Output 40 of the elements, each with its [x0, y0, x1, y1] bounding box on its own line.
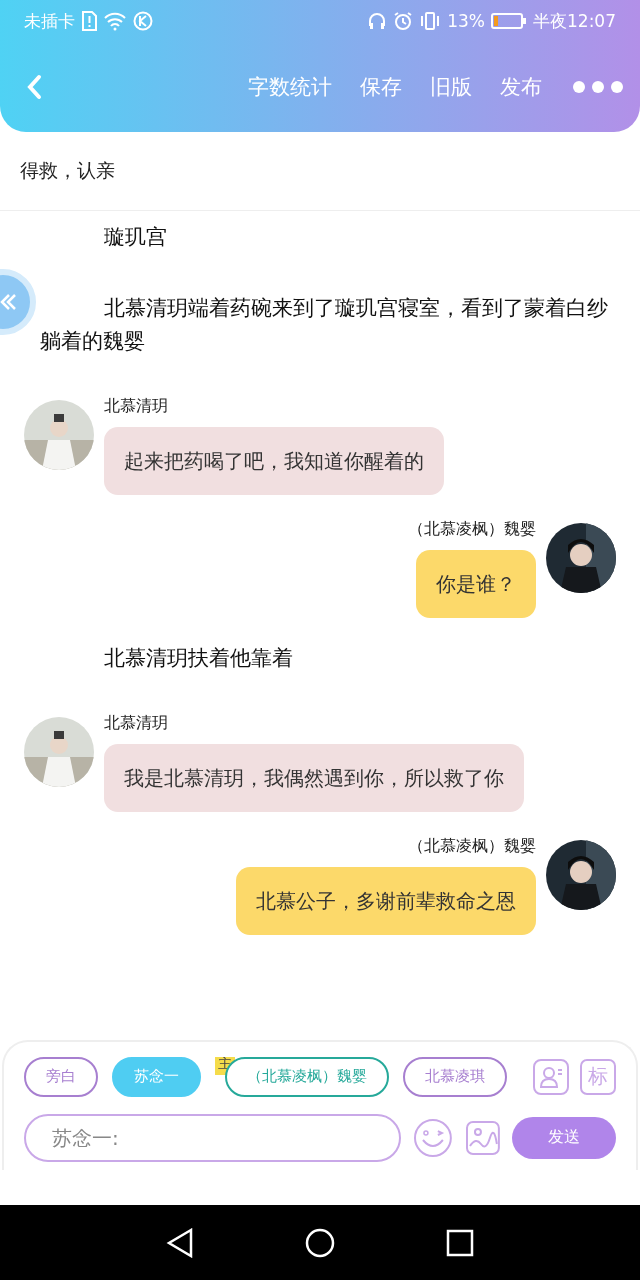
role-chip[interactable]: 旁白: [24, 1056, 98, 1097]
send-button[interactable]: 发送: [512, 1116, 616, 1159]
tag-button[interactable]: 标: [580, 1058, 616, 1095]
emoji-icon[interactable]: [412, 1117, 453, 1158]
battery-icon: [491, 12, 527, 30]
more-icon[interactable]: [572, 80, 624, 94]
back-icon[interactable]: [26, 74, 42, 100]
toolbar-action[interactable]: 发布: [488, 73, 554, 101]
home-icon[interactable]: [305, 1227, 335, 1258]
narration-text: 璇玑宫: [103, 224, 168, 251]
toolbar-action[interactable]: 保存: [348, 73, 414, 101]
speaker-name: 北慕清玥: [104, 396, 169, 417]
message-bubble: 你是谁？: [416, 550, 536, 618]
alarm-icon: [393, 11, 414, 31]
message-bubble: 起来把药喝了吧，我知道你醒着的: [104, 427, 444, 495]
toolbar-action[interactable]: 旧版: [418, 73, 484, 101]
person-card-icon[interactable]: [532, 1057, 570, 1096]
vibrate-icon: [419, 11, 442, 31]
speaker-name: （北慕凌枫）魏婴: [408, 519, 536, 540]
speaker-name: 北慕清玥: [104, 713, 169, 734]
message-input[interactable]: 苏念一:: [24, 1113, 401, 1162]
sim-alert-icon: [81, 11, 97, 31]
battery-percent: 13%: [447, 11, 485, 31]
speaker-name: （北慕凌枫）魏婴: [408, 836, 536, 857]
k-circle-icon: [133, 11, 153, 31]
role-chip[interactable]: 苏念一: [112, 1056, 201, 1097]
role-chip[interactable]: 北慕凌琪: [403, 1056, 507, 1097]
narration-text: 北慕清玥扶着他靠着: [103, 645, 294, 672]
recents-icon[interactable]: [446, 1228, 475, 1257]
carrier-text: 未插卡: [24, 9, 75, 33]
clock-text: 半夜12:07: [533, 9, 616, 33]
toolbar-action[interactable]: 字数统计: [236, 73, 344, 101]
wifi-icon: [103, 11, 127, 31]
message-bubble: 北慕公子，多谢前辈救命之恩: [236, 867, 536, 935]
back-nav-icon[interactable]: [165, 1227, 194, 1258]
image-icon[interactable]: [464, 1119, 501, 1156]
headphones-icon: [367, 11, 388, 31]
chapter-title: 得救，认亲: [20, 158, 115, 183]
message-bubble: 我是北慕清玥，我偶然遇到你，所以救了你: [104, 744, 524, 812]
narration-text: 北慕清玥端着药碗来到了璇玑宫寝室，看到了蒙着白纱躺着的魏婴: [40, 295, 609, 355]
